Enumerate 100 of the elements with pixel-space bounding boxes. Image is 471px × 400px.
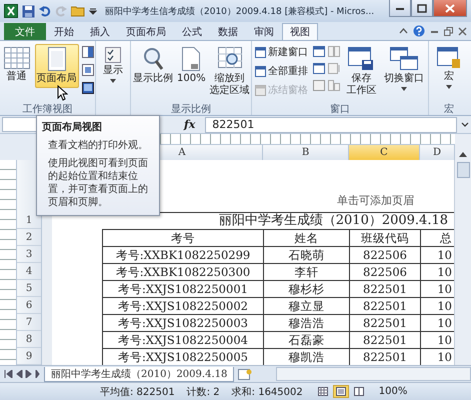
mouse-cursor-icon [57, 85, 68, 101]
ribbon-tab[interactable]: 公式 [174, 23, 210, 40]
formula-input[interactable]: 822501 [205, 116, 457, 132]
ribbon-tab[interactable]: 视图 [282, 23, 318, 40]
close-button[interactable] [433, 0, 467, 17]
unhide-icon[interactable] [312, 80, 325, 91]
new-sheet-icon[interactable] [238, 368, 252, 380]
view-mode-button[interactable] [332, 385, 349, 398]
table-cell: 考号:XXJS1082250003 [102, 315, 263, 331]
scroll-up-icon[interactable] [459, 152, 467, 157]
help-icon[interactable] [413, 25, 425, 37]
custom-view-icon[interactable] [82, 64, 94, 76]
row-header[interactable]: 6 [17, 297, 41, 314]
ribbon-tab[interactable]: 审阅 [246, 23, 282, 40]
column-header[interactable]: C [349, 145, 420, 160]
ribbon-tab[interactable]: 插入 [82, 23, 118, 40]
column-heading: 姓名 [263, 230, 349, 246]
magnifier-icon [142, 47, 164, 71]
zoom-button[interactable]: 缩放到 选定区域 [208, 44, 252, 100]
table-cell: 822501 [349, 332, 420, 348]
excel-logo-icon[interactable] [4, 4, 18, 18]
save-icon[interactable] [22, 4, 35, 18]
group-label: 窗口 [329, 102, 351, 115]
table-cell: 石磊豪 [263, 332, 349, 348]
table-cell: 考号:XXJS1082250002 [102, 298, 263, 314]
table-cell: 822501 [349, 281, 420, 297]
vertical-scrollbar[interactable] [454, 160, 471, 365]
row-header[interactable]: 5 [17, 280, 41, 297]
zoom-button[interactable]: 显示比例 [131, 44, 175, 88]
window-button[interactable]: 切换窗口 [382, 44, 426, 94]
sheet-title: 丽阳中学考生成绩（2010）2009.4.18 [218, 213, 448, 229]
caret-icon [110, 79, 116, 83]
view-button[interactable]: 普通 [2, 44, 32, 86]
collapse-ribbon-icon[interactable] [399, 27, 408, 35]
table-cell: 李轩 [263, 264, 349, 280]
split-icon[interactable] [312, 46, 325, 57]
status-text: 计数: 2 [186, 386, 220, 398]
page-icon [181, 47, 202, 71]
hide-icon[interactable] [312, 63, 325, 74]
table-cell: 822501 [349, 298, 420, 314]
customize-caret-icon[interactable] [89, 7, 97, 15]
row-header[interactable]: 3 [17, 246, 41, 263]
sheet-tab[interactable]: 丽阳中学考生成绩（2010）2009.4.18 [44, 366, 234, 382]
normal-view-icon [318, 387, 328, 396]
full-screen-icon[interactable] [82, 82, 94, 94]
group-label: 宏 [443, 102, 455, 115]
row-header[interactable]: 2 [17, 229, 41, 246]
status-text: 求和: 1645002 [232, 386, 303, 398]
window-icon [254, 66, 266, 76]
row-header[interactable]: 7 [17, 314, 41, 331]
header-placeholder[interactable]: 单击可添加页眉 [337, 193, 414, 208]
table-cell: 822506 [349, 264, 420, 280]
view-button[interactable]: 页面布局 [34, 44, 78, 88]
table-cell: 822506 [349, 247, 420, 263]
table-cell: 穆立显 [263, 298, 349, 314]
minimize-button[interactable] [389, 0, 411, 17]
switch-windows-icon [390, 47, 418, 71]
freeze-panes-icon [254, 84, 266, 96]
column-heading: 考号 [102, 230, 263, 246]
macros-button[interactable]: 宏 [435, 44, 463, 92]
ribbon-tab[interactable]: 页面布局 [118, 23, 174, 40]
row-header[interactable]: 4 [17, 263, 41, 280]
window-icon [254, 46, 266, 58]
maximize-icon [417, 4, 427, 12]
save-workspace-icon [348, 47, 374, 71]
table-cell: 考号:XXJS1082250001 [102, 281, 263, 297]
restore-icon[interactable] [444, 26, 453, 36]
window-command[interactable]: 新建窗口 [254, 44, 309, 60]
group-label: 工作簿视图 [22, 102, 74, 115]
maximize-button[interactable] [411, 0, 433, 17]
close-icon[interactable] [458, 26, 467, 36]
table-cell: 822501 [349, 315, 420, 331]
column-heading: 班级代码 [349, 230, 420, 246]
window-button[interactable]: 保存 工作区 [344, 44, 378, 100]
page-break-icon [354, 387, 364, 396]
zoom-button[interactable]: 100% [175, 44, 208, 88]
show-button[interactable]: 显示 [101, 44, 125, 86]
window-title: 丽阳中学考生信考成绩（2010）2009.4.18 [兼容模式] - Micros... [105, 6, 376, 18]
zoom-selection-icon [218, 47, 242, 71]
ribbon-tab[interactable]: 开始 [46, 23, 82, 40]
page-icon [46, 47, 68, 71]
tooltip-title: 页面布局视图 [42, 120, 103, 134]
table-cell: 石晓萌 [263, 247, 349, 263]
page-break-icon[interactable] [82, 46, 94, 58]
grid-icon [4, 47, 30, 69]
ribbon-tab[interactable]: 数据 [210, 23, 246, 40]
zoom-level[interactable]: 100% [378, 386, 408, 397]
table-cell: 考号:XXBK1082250300 [102, 264, 263, 280]
table-cell: 考号:XXJS1082250004 [102, 332, 263, 348]
row-header[interactable]: 8 [17, 331, 41, 348]
window-command[interactable]: 全部重排 [254, 63, 309, 79]
macro-icon [437, 47, 461, 69]
status-text: 平均值: 822501 [100, 386, 175, 398]
sheet-navigation-icon[interactable] [4, 370, 40, 378]
ribbon-tab[interactable]: 文件 [4, 23, 46, 40]
undo-icon[interactable] [39, 5, 51, 17]
horizontal-scrollbar[interactable] [276, 367, 471, 381]
expand-caret-icon[interactable] [461, 122, 469, 127]
table-cell: 考号:XXBK1082250299 [102, 247, 263, 263]
function-label[interactable]: fx [178, 118, 202, 131]
